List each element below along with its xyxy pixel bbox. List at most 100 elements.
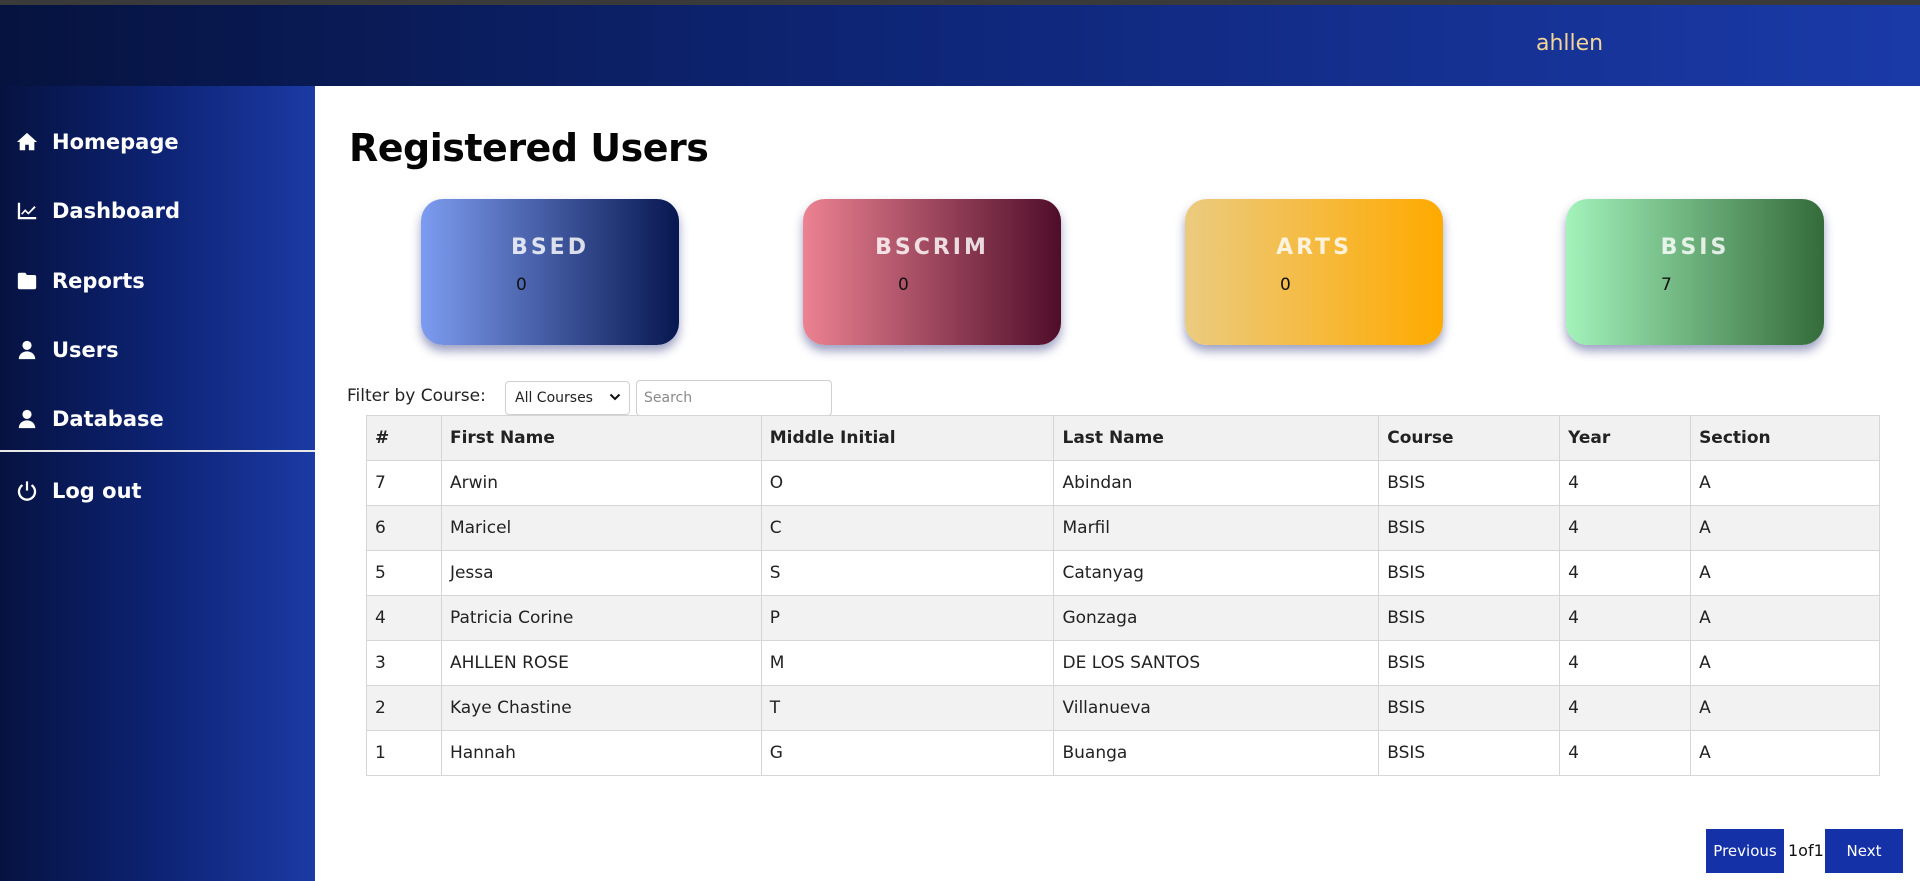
table-cell: 4 (1559, 685, 1692, 731)
course-card-count: 0 (516, 275, 527, 295)
table-cell: 5 (366, 550, 442, 596)
table-row[interactable]: 5 Jessa S Catanyag BSIS 4 A (366, 550, 1880, 596)
home-icon (16, 132, 38, 151)
main-content: Registered Users BSED 0 BSCRIM 0 ARTS 0 … (315, 86, 1920, 881)
sidebar-item-reports[interactable]: Reports (16, 269, 145, 293)
course-card-count: 0 (1280, 275, 1291, 295)
filter-label: Filter by Course: (347, 386, 486, 406)
course-card-arts[interactable]: ARTS 0 (1185, 199, 1443, 345)
table-cell: BSIS (1378, 685, 1561, 731)
column-header[interactable]: Section (1690, 415, 1880, 461)
table-cell: A (1690, 685, 1880, 731)
column-header[interactable]: Middle Initial (760, 415, 1055, 461)
table-cell: BSIS (1378, 550, 1561, 596)
course-card-bscrim[interactable]: BSCRIM 0 (803, 199, 1061, 345)
table-row[interactable]: 3 AHLLEN ROSE M DE LOS SANTOS BSIS 4 A (366, 640, 1880, 686)
course-filter-select[interactable]: All Courses (505, 381, 630, 415)
course-card-name: BSED (511, 235, 589, 260)
table-cell: Abindan (1053, 460, 1380, 506)
table-cell: A (1690, 550, 1880, 596)
table-cell: AHLLEN ROSE (440, 640, 762, 686)
sidebar-item-label: Database (52, 407, 164, 431)
table-cell: C (760, 505, 1055, 551)
course-card-name: BSIS (1660, 235, 1730, 260)
table-row[interactable]: 1 Hannah G Buanga BSIS 4 A (366, 730, 1880, 776)
sidebar-divider (0, 450, 315, 452)
table-cell: 2 (366, 685, 442, 731)
next-page-button[interactable]: Next (1825, 829, 1903, 873)
table-row[interactable]: 4 Patricia Corine P Gonzaga BSIS 4 A (366, 595, 1880, 641)
table-cell: 6 (366, 505, 442, 551)
table-cell: Marfil (1053, 505, 1380, 551)
sidebar-item-database[interactable]: Database (16, 407, 164, 431)
course-filter-value: All Courses (515, 390, 593, 406)
course-card-bsis[interactable]: BSIS 7 (1566, 199, 1824, 345)
course-card-bsed[interactable]: BSED 0 (421, 199, 679, 345)
column-header[interactable]: Last Name (1053, 415, 1380, 461)
table-header-row: # First Name Middle Initial Last Name Co… (366, 415, 1880, 461)
table-cell: Patricia Corine (440, 595, 762, 641)
table-cell: S (760, 550, 1055, 596)
table-cell: DE LOS SANTOS (1053, 640, 1380, 686)
table-cell: Buanga (1053, 730, 1380, 776)
sidebar: Homepage Dashboard Reports Users Databas… (0, 86, 315, 881)
table-cell: P (760, 595, 1055, 641)
table-cell: 4 (1559, 550, 1692, 596)
table-cell: A (1690, 595, 1880, 641)
course-card-name: BSCRIM (875, 235, 989, 260)
table-cell: O (760, 460, 1055, 506)
table-cell: Catanyag (1053, 550, 1380, 596)
table-cell: Hannah (440, 730, 762, 776)
users-table: # First Name Middle Initial Last Name Co… (366, 415, 1880, 776)
user-icon (18, 340, 36, 360)
table-cell: G (760, 730, 1055, 776)
table-cell: Maricel (440, 505, 762, 551)
column-header[interactable]: # (366, 415, 442, 461)
chart-line-icon (17, 202, 37, 220)
course-card-name: ARTS (1276, 235, 1352, 260)
chevron-down-icon (609, 393, 621, 401)
sidebar-item-homepage[interactable]: Homepage (16, 130, 179, 154)
table-row[interactable]: 7 Arwin O Abindan BSIS 4 A (366, 460, 1880, 506)
sidebar-item-label: Dashboard (52, 199, 181, 223)
table-cell: Jessa (440, 550, 762, 596)
table-cell: A (1690, 640, 1880, 686)
table-cell: BSIS (1378, 595, 1561, 641)
table-cell: T (760, 685, 1055, 731)
sidebar-item-label: Log out (52, 479, 142, 503)
table-cell: BSIS (1378, 730, 1561, 776)
table-cell: 1 (366, 730, 442, 776)
column-header[interactable]: Course (1378, 415, 1561, 461)
column-header[interactable]: Year (1559, 415, 1692, 461)
table-cell: Arwin (440, 460, 762, 506)
sidebar-item-label: Reports (52, 269, 145, 293)
power-icon (17, 481, 37, 501)
table-cell: 4 (1559, 640, 1692, 686)
sidebar-item-logout[interactable]: Log out (16, 479, 142, 503)
table-cell: Kaye Chastine (440, 685, 762, 731)
username-label[interactable]: ahllen (1536, 31, 1603, 56)
table-row[interactable]: 2 Kaye Chastine T Villanueva BSIS 4 A (366, 685, 1880, 731)
table-cell: A (1690, 460, 1880, 506)
table-row[interactable]: 6 Maricel C Marfil BSIS 4 A (366, 505, 1880, 551)
table-cell: 4 (1559, 595, 1692, 641)
previous-page-button[interactable]: Previous (1706, 829, 1784, 873)
search-input[interactable] (636, 380, 832, 416)
table-cell: BSIS (1378, 505, 1561, 551)
sidebar-item-dashboard[interactable]: Dashboard (16, 199, 180, 223)
folder-icon (17, 272, 37, 290)
table-cell: 4 (1559, 460, 1692, 506)
table-cell: 4 (366, 595, 442, 641)
course-card-count: 7 (1661, 275, 1672, 295)
column-header[interactable]: First Name (440, 415, 762, 461)
sidebar-item-users[interactable]: Users (16, 338, 119, 362)
page-indicator: 1of1 (1788, 841, 1824, 860)
table-cell: 4 (1559, 730, 1692, 776)
table-cell: Gonzaga (1053, 595, 1380, 641)
table-cell: A (1690, 730, 1880, 776)
page-title: Registered Users (349, 126, 709, 170)
user-icon (18, 409, 36, 429)
sidebar-item-label: Users (52, 338, 119, 362)
table-cell: BSIS (1378, 460, 1561, 506)
table-cell: BSIS (1378, 640, 1561, 686)
